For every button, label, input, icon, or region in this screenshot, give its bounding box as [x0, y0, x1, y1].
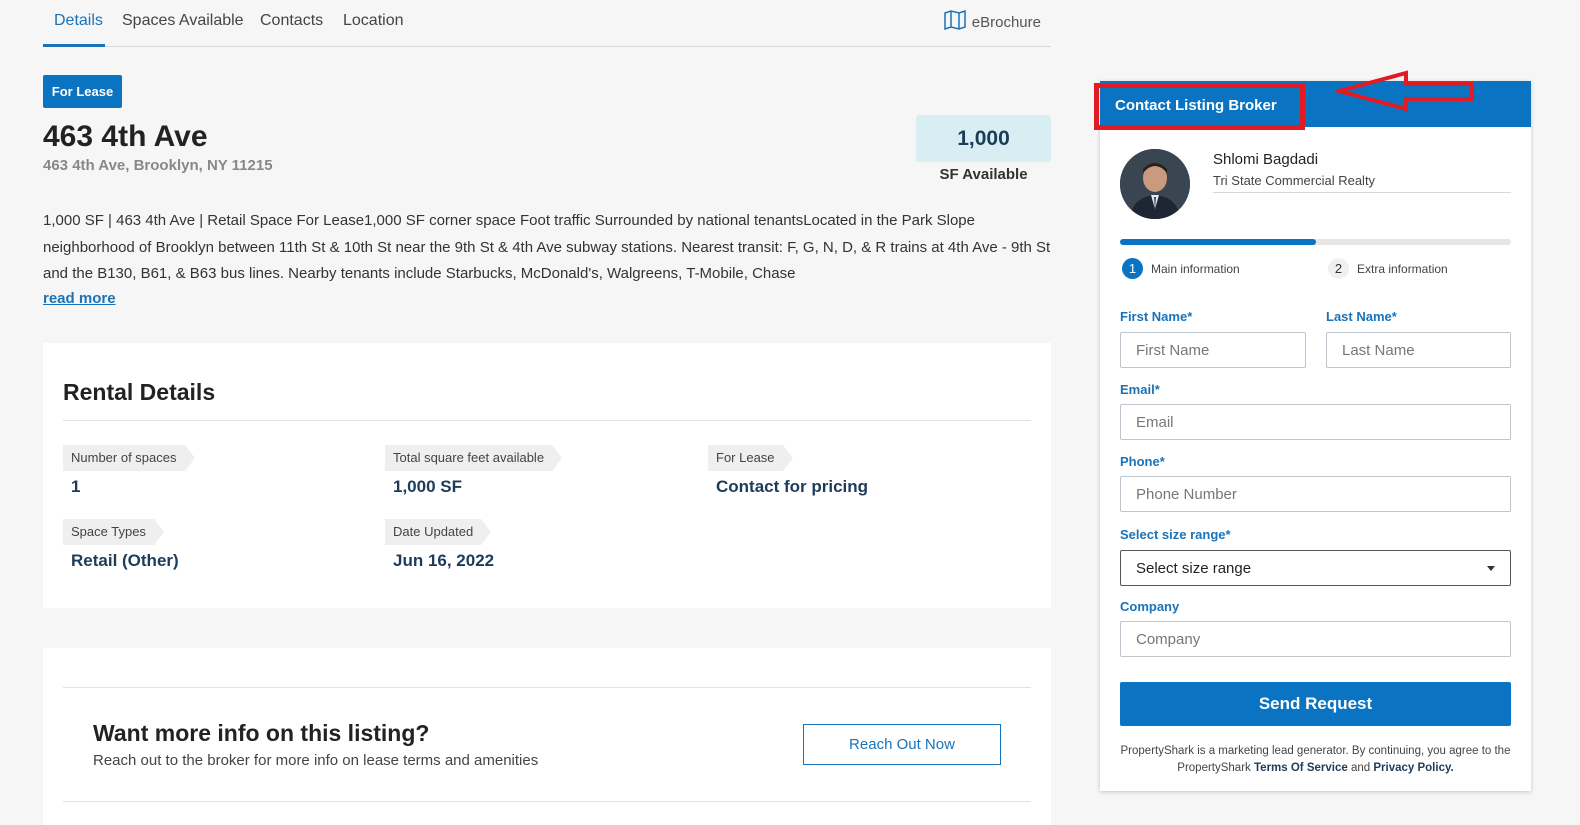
- label-text: First Name: [1120, 309, 1188, 324]
- email-label: Email*: [1120, 382, 1160, 397]
- sf-available-value: 1,000: [916, 115, 1051, 162]
- broker-avatar: [1120, 149, 1190, 219]
- map-book-icon: [944, 9, 966, 34]
- label-text: Phone: [1120, 454, 1160, 469]
- first-name-label: First Name*: [1120, 309, 1192, 324]
- detail-tabs: Details Spaces Available Contacts Locati…: [43, 0, 1051, 47]
- terms-of-service-link[interactable]: Terms Of Service: [1254, 762, 1348, 774]
- tab-contacts[interactable]: Contacts: [260, 12, 323, 30]
- last-name-input[interactable]: [1326, 332, 1511, 368]
- divider: [63, 801, 1031, 802]
- detail-label: For Lease: [708, 445, 793, 471]
- sf-available-label: SF Available: [939, 166, 1028, 183]
- required-mark: *: [1187, 309, 1193, 324]
- detail-value: 1,000 SF: [393, 477, 462, 496]
- broker-name: Shlomi Bagdadi: [1213, 151, 1319, 168]
- step-extra-information: 2 Extra information: [1328, 258, 1448, 279]
- ebrochure-link[interactable]: eBrochure: [944, 9, 1041, 34]
- detail-label: Total square feet available: [385, 445, 563, 471]
- disclaimer: PropertyShark is a marketing lead genera…: [1120, 743, 1511, 777]
- and-text: and: [1350, 762, 1371, 774]
- last-name-label: Last Name*: [1326, 309, 1397, 324]
- label-text: Select size range: [1120, 527, 1226, 542]
- highlight-box: [1094, 83, 1305, 130]
- first-name-input[interactable]: [1120, 332, 1306, 368]
- reach-out-now-button[interactable]: Reach Out Now: [803, 724, 1001, 765]
- form-progress-fill: [1120, 239, 1316, 245]
- step-number: 2: [1328, 258, 1349, 279]
- detail-total-square-feet: Total square feet available 1,000 SF: [385, 445, 563, 497]
- detail-label: Space Types: [63, 519, 164, 545]
- email-input[interactable]: [1120, 404, 1511, 440]
- more-info-subtitle: Reach out to the broker for more info on…: [93, 752, 539, 769]
- detail-value: Contact for pricing: [716, 477, 869, 496]
- listing-title: 463 4th Ave: [43, 120, 208, 153]
- detail-value: Jun 16, 2022: [393, 551, 495, 570]
- required-mark: *: [1225, 527, 1231, 542]
- required-mark: *: [1154, 382, 1160, 397]
- step-label: Main information: [1151, 261, 1240, 276]
- contact-broker-panel: Contact Listing Broker Shlomi Bagdadi Tr…: [1100, 81, 1531, 791]
- detail-label: Number of spaces: [63, 445, 194, 471]
- send-request-button[interactable]: Send Request: [1120, 682, 1511, 726]
- phone-input[interactable]: [1120, 476, 1511, 512]
- detail-space-types: Space Types Retail (Other): [63, 519, 179, 571]
- listing-description: 1,000 SF | 463 4th Ave | Retail Space Fo…: [43, 212, 1051, 282]
- detail-for-lease: For Lease Contact for pricing: [708, 445, 868, 497]
- required-mark: *: [1159, 454, 1165, 469]
- divider: [63, 687, 1031, 688]
- required-mark: *: [1391, 309, 1397, 324]
- ebrochure-label: eBrochure: [971, 13, 1041, 31]
- step-label: Extra information: [1357, 261, 1448, 276]
- label-text: Last Name: [1326, 309, 1392, 324]
- label-text: Email: [1120, 382, 1155, 397]
- phone-label: Phone*: [1120, 454, 1165, 469]
- step-number: 1: [1122, 258, 1143, 279]
- arrow-left-icon: [1331, 70, 1476, 117]
- detail-number-of-spaces: Number of spaces 1: [63, 445, 194, 497]
- company-input[interactable]: [1120, 621, 1511, 657]
- caret-down-icon: [1487, 565, 1495, 571]
- detail-value: 1: [71, 477, 81, 496]
- size-range-value: Select size range: [1136, 559, 1252, 577]
- broker-company: Tri State Commercial Realty: [1213, 173, 1376, 188]
- step-main-information: 1 Main information: [1122, 258, 1240, 279]
- tab-details[interactable]: Details: [54, 12, 103, 30]
- size-range-label: Select size range*: [1120, 527, 1231, 542]
- divider: [1213, 192, 1511, 193]
- size-range-select[interactable]: Select size range: [1120, 550, 1511, 586]
- company-label: Company: [1120, 599, 1180, 614]
- tab-spaces-available[interactable]: Spaces Available: [122, 12, 244, 30]
- detail-date-updated: Date Updated Jun 16, 2022: [385, 519, 494, 571]
- form-progress-bar: [1120, 239, 1511, 245]
- rental-details-card: Rental Details Number of spaces 1 Total …: [43, 343, 1051, 608]
- tab-location[interactable]: Location: [343, 12, 404, 30]
- rental-details-title: Rental Details: [63, 379, 216, 405]
- listing-address: 463 4th Ave, Brooklyn, NY 11215: [43, 157, 273, 174]
- detail-label: Date Updated: [385, 519, 492, 545]
- more-info-title: Want more info on this listing?: [93, 720, 430, 746]
- read-more-link[interactable]: read more: [43, 290, 116, 307]
- more-info-card: Want more info on this listing? Reach ou…: [43, 648, 1051, 825]
- for-lease-badge: For Lease: [43, 75, 122, 108]
- active-tab-indicator: [43, 44, 105, 47]
- privacy-policy-link[interactable]: Privacy Policy.: [1373, 762, 1453, 774]
- divider: [63, 420, 1031, 421]
- detail-value: Retail (Other): [71, 551, 179, 570]
